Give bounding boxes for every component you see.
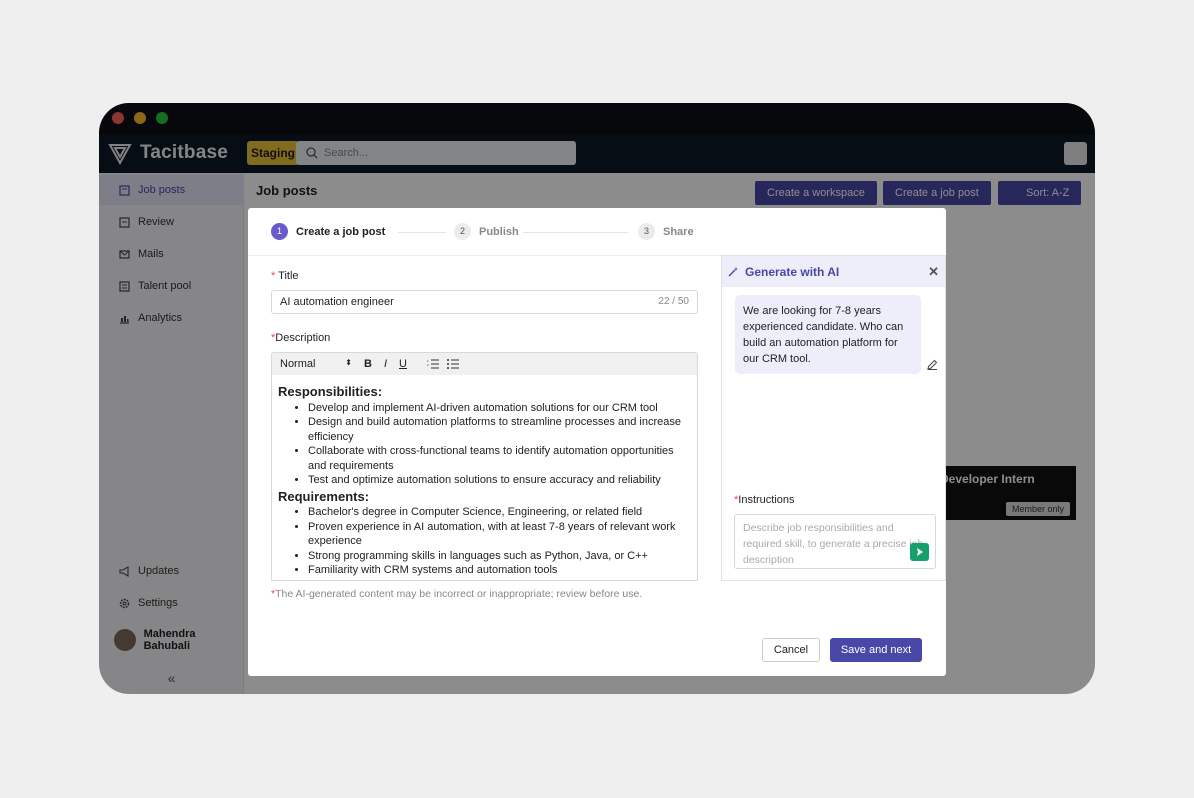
ordered-list-icon[interactable]: 12 [427,359,439,369]
create-job-post-modal: 1 Create a job post 2 Publish 3 Share * … [248,208,946,676]
responsibilities-list: Develop and implement AI-driven automati… [278,401,691,488]
cancel-button[interactable]: Cancel [762,638,820,662]
title-value: AI automation engineer [280,296,394,308]
magic-wand-icon [728,267,738,277]
ai-disclaimer: *The AI-generated content may be incorre… [271,588,643,600]
step-label: Create a job post [296,225,386,238]
responsibilities-heading: Responsibilities: [278,384,383,399]
close-icon[interactable]: ✕ [928,264,939,280]
list-item: Develop and implement AI-driven automati… [308,401,691,416]
stepper: 1 Create a job post 2 Publish 3 Share [248,208,946,256]
bold-button[interactable]: B [364,358,372,370]
step-label: Share [663,225,694,238]
editor-toolbar: Normal ⬍ B I U 12 [271,352,698,375]
instructions-placeholder: Describe job responsibilities and requir… [743,522,924,566]
svg-text:2: 2 [427,363,429,367]
underline-button[interactable]: U [399,358,407,370]
list-item: Proven experience in AI automation, with… [308,520,691,549]
italic-button[interactable]: I [384,358,387,370]
list-item: Bachelor's degree in Computer Science, E… [308,505,691,520]
step-number: 1 [271,223,288,240]
send-icon [917,548,923,556]
edit-icon[interactable] [927,359,938,370]
chevron-updown-icon: ⬍ [345,358,352,367]
ai-prompt-bubble: We are looking for 7-8 years experienced… [735,295,921,374]
list-item: Test and optimize automation solutions t… [308,473,691,488]
title-char-count: 22 / 50 [658,296,689,307]
step-number: 2 [454,223,471,240]
title-input[interactable]: AI automation engineer 22 / 50 [271,290,698,314]
step-share: 3 Share [638,223,694,240]
list-item: Collaborate with cross-functional teams … [308,444,691,473]
title-label: * Title [271,270,299,282]
step-connector [398,232,446,233]
ai-panel-header: Generate with AI ✕ [722,256,945,287]
step-create-job-post: 1 Create a job post [271,223,385,240]
requirements-list: Bachelor's degree in Computer Science, E… [278,505,691,578]
requirements-heading: Requirements: [278,488,370,504]
step-label: Publish [479,225,519,238]
send-button[interactable] [910,543,929,561]
instructions-input[interactable]: Describe job responsibilities and requir… [734,514,936,569]
format-select[interactable]: Normal ⬍ [280,358,352,370]
list-item: Familiarity with CRM systems and automat… [308,563,691,578]
ai-panel: Generate with AI ✕ We are looking for 7-… [721,255,946,581]
instructions-label: *Instructions [734,494,795,506]
step-number: 3 [638,223,655,240]
save-and-next-button[interactable]: Save and next [830,638,922,662]
description-label: *Description [271,332,331,344]
step-publish: 2 Publish [454,223,519,240]
app-window: Tacitbase Staging Search... Job posts Re… [99,103,1095,694]
list-item: Strong programming skills in languages s… [308,549,691,564]
ai-panel-title: Generate with AI [745,264,840,279]
description-editor[interactable]: Responsibilities: Develop and implement … [271,375,698,581]
bullet-list-icon[interactable] [446,359,459,369]
list-item: Design and build automation platforms to… [308,415,691,444]
step-connector [523,232,628,233]
